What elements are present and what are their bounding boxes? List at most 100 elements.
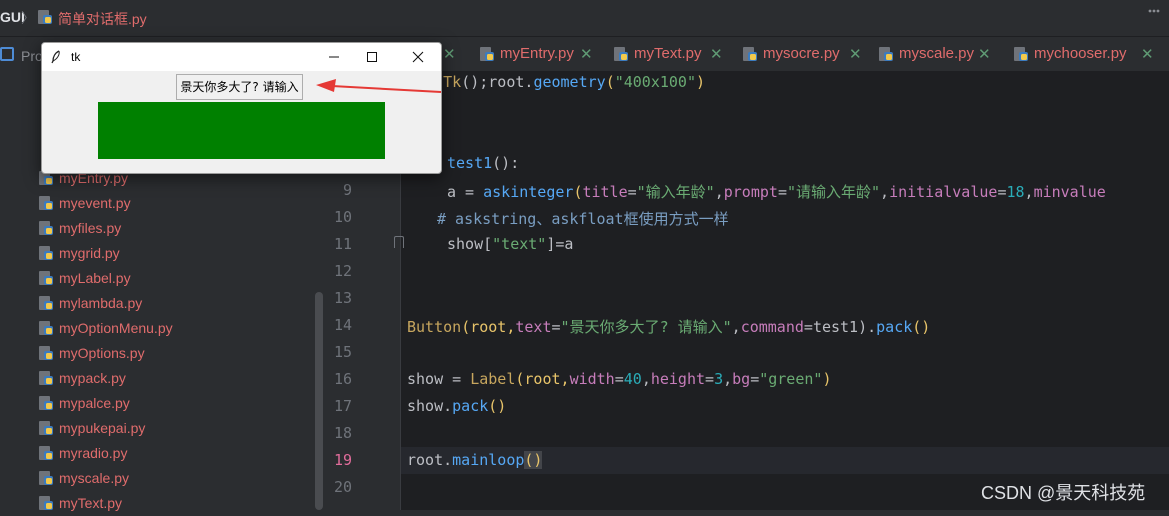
- file-item[interactable]: mypalce.py: [38, 391, 318, 415]
- file-item[interactable]: myfiles.py: [38, 216, 318, 240]
- tk-titlebar[interactable]: tk: [42, 43, 441, 71]
- tab-close-icon[interactable]: ✕: [710, 45, 723, 63]
- line-number: 16: [334, 370, 353, 388]
- file-name: myfiles.py: [59, 220, 122, 236]
- file-item[interactable]: myscale.py: [38, 466, 318, 490]
- code-line-16: show = Label(root,width=40,height=3,bg="…: [407, 370, 832, 388]
- tab-close-icon[interactable]: ✕: [849, 45, 862, 63]
- tk-window-title: tk: [71, 50, 81, 64]
- line-number: 20: [334, 478, 353, 496]
- line-number: 14: [334, 316, 353, 334]
- tab-label: mysocre.py: [763, 45, 840, 62]
- tk-window: tk 景天你多大了? 请输入: [41, 42, 442, 174]
- file-name: mypalce.py: [59, 395, 130, 411]
- code-line-11: show["text"]=a: [447, 235, 574, 253]
- line-number: 18: [334, 424, 353, 442]
- python-file-icon: [479, 46, 495, 67]
- file-item[interactable]: myradio.py: [38, 441, 318, 465]
- file-name: myradio.py: [59, 445, 128, 461]
- file-item[interactable]: mylambda.py: [38, 291, 318, 315]
- line-number: 10: [334, 208, 353, 226]
- file-name: myOptionMenu.py: [59, 320, 173, 336]
- code-line-19: root.mainloop(): [407, 451, 543, 469]
- file-name: myevent.py: [59, 195, 131, 211]
- python-file-icon: [38, 345, 54, 366]
- fold-icon[interactable]: [394, 236, 404, 248]
- project-panel-title: Pro: [21, 48, 43, 64]
- python-file-icon: [38, 295, 54, 316]
- file-item[interactable]: myLabel.py: [38, 266, 318, 290]
- line-number: 15: [334, 343, 353, 361]
- file-item[interactable]: myOptionMenu.py: [38, 316, 318, 340]
- editor-tab[interactable]: myscale.py ✕: [878, 37, 1018, 71]
- minimize-button[interactable]: [322, 47, 346, 67]
- file-name: myText.py: [59, 495, 123, 511]
- code-line-8: test1():: [447, 154, 520, 172]
- python-file-icon: [38, 420, 54, 441]
- tab-label: myscale.py: [899, 45, 975, 62]
- python-file-icon: [38, 370, 54, 391]
- file-item[interactable]: mypukepai.py: [38, 416, 318, 440]
- file-name: myOptions.py: [59, 345, 145, 361]
- file-item[interactable]: myevent.py: [38, 191, 318, 215]
- line-number: 17: [334, 397, 353, 415]
- editor-tab[interactable]: myEntry.py ✕: [479, 37, 619, 71]
- code-line-14: Button(root,text="景天你多大了? 请输入",command=t…: [407, 318, 931, 336]
- code-line-9: a = askinteger(title="输入年龄",prompt="请输入年…: [447, 183, 1106, 201]
- tab-close-icon[interactable]: ✕: [1141, 45, 1154, 63]
- code-line-6: t = Tk();root.geometry("400x100"): [407, 73, 706, 91]
- green-label: [98, 102, 385, 159]
- python-file-icon: [38, 245, 54, 266]
- python-file-icon: [38, 270, 54, 291]
- python-file-icon: [1013, 46, 1029, 67]
- breadcrumb-separator: 〉: [21, 10, 35, 26]
- python-file-icon: [742, 46, 758, 67]
- line-number: 19: [334, 451, 353, 469]
- python-file-icon: [38, 470, 54, 491]
- code-line-17: show.pack(): [407, 397, 507, 415]
- file-item[interactable]: mypack.py: [38, 366, 318, 390]
- python-file-icon: [38, 320, 54, 341]
- tab-close-icon[interactable]: ✕: [978, 45, 991, 63]
- editor-tab[interactable]: mysocre.py ✕: [742, 37, 882, 71]
- python-file-icon: [38, 495, 54, 516]
- line-number: 13: [334, 289, 353, 307]
- file-name: mypukepai.py: [59, 420, 146, 436]
- maximize-button[interactable]: [360, 47, 384, 67]
- file-name: myLabel.py: [59, 270, 131, 286]
- project-icon: [0, 47, 14, 61]
- python-file-icon: [37, 9, 53, 30]
- file-name: mylambda.py: [59, 295, 143, 311]
- feather-icon: [50, 50, 62, 69]
- line-number: 9: [342, 181, 352, 199]
- file-item[interactable]: myOptions.py: [38, 341, 318, 365]
- python-file-icon: [38, 220, 54, 241]
- editor-tab[interactable]: myText.py ✕: [613, 37, 753, 71]
- close-button[interactable]: [406, 47, 430, 67]
- project-scrollbar[interactable]: [315, 292, 323, 510]
- more-icon[interactable]: [1147, 4, 1161, 18]
- editor-tab[interactable]: mychooser.py ✕: [1013, 37, 1154, 71]
- line-number: 11: [334, 235, 353, 253]
- watermark: CSDN @景天科技苑: [981, 483, 1146, 503]
- file-item[interactable]: mygrid.py: [38, 241, 318, 265]
- tab-label: mychooser.py: [1034, 45, 1127, 62]
- file-name: mypack.py: [59, 370, 126, 386]
- code-line-10: # askstring、askfloat框使用方式一样: [437, 210, 729, 228]
- python-file-icon: [613, 46, 629, 67]
- navigation-bar: GUI 〉 简单对话框.py: [0, 0, 1169, 37]
- tab-close-icon[interactable]: ✕: [580, 45, 593, 63]
- tab-close-icon[interactable]: ✕: [443, 45, 456, 63]
- code-editor[interactable]: [401, 71, 1169, 510]
- line-number: 12: [334, 262, 353, 280]
- breadcrumb-file[interactable]: 简单对话框.py: [58, 9, 147, 29]
- file-name: mygrid.py: [59, 245, 120, 261]
- ask-age-button[interactable]: 景天你多大了? 请输入: [176, 74, 303, 100]
- tab-label: myText.py: [634, 45, 702, 62]
- python-file-icon: [38, 195, 54, 216]
- python-file-icon: [38, 395, 54, 416]
- file-item[interactable]: myText.py: [38, 491, 318, 515]
- python-file-icon: [38, 445, 54, 466]
- tab-label: myEntry.py: [500, 45, 574, 62]
- python-file-icon: [878, 46, 894, 67]
